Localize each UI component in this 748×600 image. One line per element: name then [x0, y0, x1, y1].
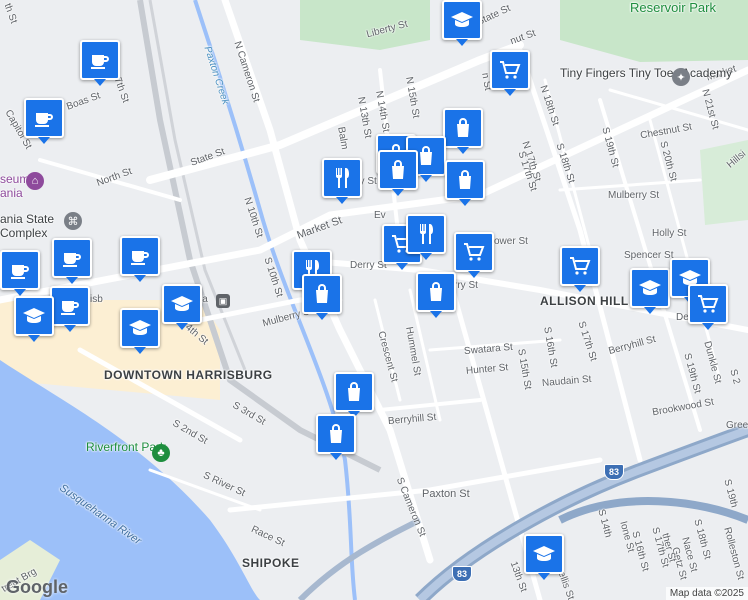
- marker-coffee[interactable]: [50, 286, 90, 332]
- poi-label[interactable]: seum: [0, 172, 29, 186]
- marker-coffee[interactable]: [80, 40, 120, 86]
- marker-bag[interactable]: [445, 160, 485, 206]
- marker-coffee[interactable]: [0, 250, 40, 296]
- marker-restaurant[interactable]: [322, 158, 362, 204]
- street-label: Spencer St: [624, 250, 674, 261]
- park-label[interactable]: Reservoir Park: [630, 0, 716, 15]
- school-icon: [128, 316, 152, 340]
- marker-restaurant[interactable]: [406, 214, 446, 260]
- school-icon: [532, 542, 556, 566]
- bag-icon: [451, 116, 475, 140]
- bag-icon: [342, 380, 366, 404]
- google-logo: Google: [6, 577, 68, 597]
- marker-bag[interactable]: [334, 372, 374, 418]
- coffee-icon: [88, 48, 112, 72]
- landmark-icon[interactable]: ⌘: [64, 212, 82, 230]
- coffee-icon: [58, 294, 82, 318]
- bag-icon: [386, 158, 410, 182]
- highway-shield: 83: [452, 566, 472, 582]
- school-icon: [170, 292, 194, 316]
- road-berryhill: [378, 398, 482, 412]
- marker-coffee[interactable]: [52, 238, 92, 284]
- restaurant-icon: [330, 166, 354, 190]
- neighborhood-label: ALLISON HILL: [540, 294, 629, 308]
- map-credit[interactable]: Map data ©2025: [665, 587, 748, 600]
- school-icon: [450, 8, 474, 32]
- restaurant-icon: [414, 222, 438, 246]
- marker-bag[interactable]: [378, 150, 418, 196]
- highway-ramp: [558, 497, 748, 524]
- coffee-icon: [60, 246, 84, 270]
- marker-bag[interactable]: [302, 274, 342, 320]
- road-mulberry-e: [558, 178, 702, 192]
- park-icon[interactable]: ♣: [152, 444, 170, 462]
- neighborhood-label: SHIPOKE: [242, 556, 300, 570]
- poi-label[interactable]: ania: [0, 186, 23, 200]
- bag-icon: [453, 168, 477, 192]
- marker-school[interactable]: [14, 296, 54, 342]
- bag-icon: [324, 422, 348, 446]
- map-canvas[interactable]: Liberty St State St N Cameron St Paxton …: [0, 0, 748, 600]
- cart-icon: [462, 240, 486, 264]
- cart-icon: [568, 254, 592, 278]
- poi-label[interactable]: Tiny Fingers Tiny Toes Academy: [560, 66, 732, 80]
- poi-label[interactable]: Complex: [0, 226, 47, 240]
- marker-school[interactable]: [442, 0, 482, 46]
- park-area-north: [300, 0, 430, 50]
- bag-icon: [424, 280, 448, 304]
- street-label: Paxton St: [422, 488, 470, 500]
- marker-cart[interactable]: [490, 50, 530, 96]
- cart-icon: [498, 58, 522, 82]
- marker-school[interactable]: [630, 268, 670, 314]
- highway-shield: 83: [604, 464, 624, 480]
- cart-icon: [696, 292, 720, 316]
- marker-school[interactable]: [120, 308, 160, 354]
- marker-bag[interactable]: [316, 414, 356, 460]
- coffee-icon: [8, 258, 32, 282]
- street-label: Gree: [726, 420, 748, 431]
- highway-ramp-2: [297, 517, 422, 600]
- transit-icon[interactable]: ▣: [216, 294, 230, 308]
- marker-coffee[interactable]: [24, 98, 64, 144]
- school-icon: [638, 276, 662, 300]
- marker-cart[interactable]: [560, 246, 600, 292]
- street-label: Mulberry St: [608, 190, 660, 201]
- neighborhood-label: DOWNTOWN HARRISBURG: [104, 368, 273, 382]
- school-poi-icon[interactable]: ✦: [672, 68, 690, 86]
- street-label: rry St: [454, 280, 478, 291]
- marker-coffee[interactable]: [120, 236, 160, 282]
- poi-label[interactable]: ania State: [0, 212, 54, 226]
- street-label: Holly St: [652, 228, 687, 239]
- museum-icon[interactable]: ⌂: [26, 172, 44, 190]
- school-icon: [22, 304, 46, 328]
- marker-bag[interactable]: [416, 272, 456, 318]
- coffee-icon: [32, 106, 56, 130]
- coffee-icon: [128, 244, 152, 268]
- bag-icon: [310, 282, 334, 306]
- street-label: isb: [90, 294, 103, 305]
- marker-cart[interactable]: [688, 284, 728, 330]
- street-label: Ev: [374, 210, 386, 221]
- marker-cart[interactable]: [454, 232, 494, 278]
- marker-school[interactable]: [524, 534, 564, 580]
- marker-school[interactable]: [162, 284, 202, 330]
- marker-bag[interactable]: [443, 108, 483, 154]
